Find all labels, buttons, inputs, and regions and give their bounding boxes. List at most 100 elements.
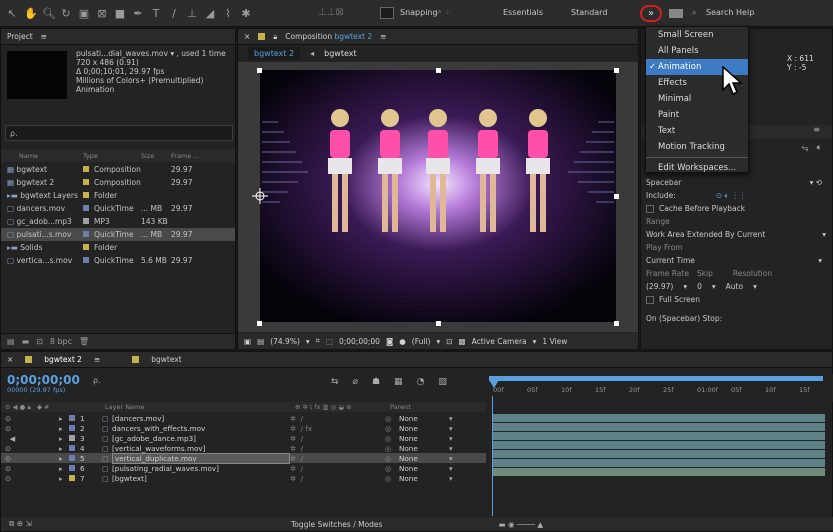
pan-behind-tool-icon[interactable]: ⊠ [96, 7, 108, 20]
timeline-search-icon[interactable]: ρ. [93, 376, 101, 385]
comp-mini-flowchart-icon[interactable]: ⇆ [331, 377, 339, 387]
resolution-dropdown[interactable]: Auto [726, 282, 743, 291]
col-name[interactable]: Name [1, 152, 83, 160]
timeline-timecode[interactable]: 0;00;00;00 [7, 373, 80, 387]
layer-switches[interactable]: ✲ / [290, 454, 385, 463]
project-list-item[interactable]: ▦ bgwtext 2 Composition 29.97 [1, 176, 235, 189]
layer-name[interactable]: dancers_with_effects.mov [112, 424, 290, 433]
trash-icon[interactable]: 🗑︎ [79, 337, 89, 346]
motion-blur-icon[interactable]: ◔ [417, 377, 425, 387]
workspace-overflow-button[interactable]: » [640, 5, 662, 22]
layer-duration-bar[interactable] [493, 441, 825, 449]
layer-duration-bar[interactable] [493, 468, 825, 476]
time-ruler[interactable]: 00f 05f 10f 15f 20f 25f 01:00f 05f 10f 15f [487, 374, 833, 402]
frame-blending-icon[interactable]: ▦ [394, 377, 403, 387]
shortcut-dropdown[interactable]: Spacebar ▾ ⟲ [641, 176, 832, 189]
menu-item-edit-workspaces[interactable]: Edit Workspaces... [646, 160, 748, 176]
col-type[interactable]: Type [83, 152, 141, 160]
sync-settings-icon[interactable] [669, 9, 683, 18]
region-icon[interactable]: ▤ [257, 337, 264, 346]
range-dropdown[interactable]: Work Area Extended By Current ▾ [641, 228, 832, 241]
zoom-tool-icon[interactable]: 🔍︎ [42, 7, 56, 20]
project-list-item[interactable]: ▸▬ Solids Folder [1, 241, 235, 254]
layer-switches[interactable]: ✲ / [290, 464, 385, 473]
expand-arrow-icon[interactable]: ▸ [59, 424, 69, 433]
layer-name[interactable]: vertical_duplicate.mov [112, 452, 290, 464]
zoom-dropdown[interactable]: (74.9%) [270, 337, 300, 346]
menu-item-text[interactable]: Text [646, 123, 748, 139]
expand-arrow-icon[interactable]: ▸ [59, 464, 69, 473]
chevron-down-icon[interactable]: ▾ [449, 414, 453, 423]
always-preview-icon[interactable]: ▣ [244, 337, 251, 346]
comp-tab[interactable]: bgwtext [324, 49, 357, 58]
close-icon[interactable]: × [7, 355, 13, 364]
frame-rate-dropdown[interactable]: (29.97) [646, 282, 673, 291]
work-area-bar[interactable] [489, 376, 823, 381]
clone-stamp-tool-icon[interactable]: ⊥ [186, 7, 198, 20]
parent-dropdown[interactable]: None [399, 464, 449, 473]
toggle-switches-modes-button[interactable]: Toggle Switches / Modes [291, 520, 382, 529]
col-size[interactable]: Size [141, 152, 171, 160]
visibility-icon[interactable]: ⊙ [1, 414, 59, 423]
zoom-slider[interactable]: ▬ ◉ ──── ▲ [498, 520, 543, 529]
panel-menu-icon[interactable]: ≡ [41, 32, 47, 41]
pickwhip-icon[interactable]: ◎ [385, 434, 399, 443]
parent-dropdown[interactable]: None [399, 434, 449, 443]
project-list-item[interactable]: ▦ bgwtext Composition 29.97 [1, 163, 235, 176]
chevron-down-icon[interactable]: ▾ [449, 464, 453, 473]
project-list-item[interactable]: ▢ vertica...s.mov QuickTime 5.6 MB 29.97 [1, 254, 235, 267]
snapping-checkbox[interactable] [380, 7, 394, 19]
eraser-tool-icon[interactable]: ◢ [204, 7, 216, 20]
layer-switches[interactable]: ✲ / [290, 414, 385, 423]
expand-arrow-icon[interactable]: ▸ [59, 414, 69, 423]
layer-switches[interactable]: ✲ / fx [290, 424, 385, 433]
visibility-icon[interactable]: ⊙ [1, 444, 59, 453]
chevron-down-icon[interactable]: ▾ [449, 444, 453, 453]
snapping-options-icon[interactable]: ↗ ⁘ [435, 8, 451, 17]
project-list-item[interactable]: ▢ pulsati...s.mov QuickTime ... MB 29.97 [1, 228, 235, 241]
expand-arrow-icon[interactable]: ▸ [59, 454, 69, 463]
rectangle-tool-icon[interactable]: ■ [114, 7, 126, 20]
grid-icon[interactable]: ⌗ [316, 336, 320, 346]
bit-depth-button[interactable]: 8 bpc [50, 337, 72, 346]
snapshot-icon[interactable]: ◙ [386, 337, 393, 346]
mask-visibility-icon[interactable]: ⬚ [326, 337, 333, 346]
parent-dropdown[interactable]: None [399, 414, 449, 423]
hand-tool-icon[interactable]: ✋ [24, 7, 38, 20]
full-screen-checkbox[interactable] [646, 295, 654, 304]
layer-duration-bar[interactable] [493, 459, 825, 467]
layer-name-column[interactable]: Layer Name [105, 403, 295, 411]
layer-row[interactable]: ⊙ ▸ 5 ▢ vertical_duplicate.mov ✲ / ◎ Non… [1, 452, 486, 464]
comp-tab-active[interactable]: bgwtext 2 [248, 47, 301, 60]
visibility-icon[interactable]: ⊙ [1, 464, 59, 473]
lock-icon[interactable]: 🔒︎ [273, 32, 277, 42]
pickwhip-icon[interactable]: ◎ [385, 454, 399, 463]
loop-icon[interactable]: ⥃ [801, 143, 808, 155]
layer-row[interactable]: ◀ ▸ 3 ▢ [gc_adobe_dance.mp3] ✲ / ◎ None … [1, 433, 486, 443]
close-icon[interactable]: × [244, 32, 250, 41]
workspace-standard[interactable]: Standard [571, 8, 607, 17]
parent-dropdown[interactable]: None [399, 474, 449, 483]
layer-name[interactable]: [vertical_waveforms.mov] [112, 444, 290, 453]
layer-duration-bar[interactable] [493, 450, 825, 458]
view-layout-dropdown[interactable]: 1 View [542, 337, 567, 346]
pickwhip-icon[interactable]: ◎ [385, 444, 399, 453]
play-from-dropdown[interactable]: Current Time ▾ [641, 254, 832, 267]
graph-editor-icon[interactable]: ▧ [438, 377, 447, 387]
project-list-item[interactable]: ▢ dancers.mov QuickTime ... MB 29.97 [1, 202, 235, 215]
layer-name[interactable]: [gc_adobe_dance.mp3] [112, 434, 290, 443]
expand-arrow-icon[interactable]: ▸ [59, 434, 69, 443]
project-search-input[interactable]: ρ. [5, 125, 233, 141]
pickwhip-icon[interactable]: ◎ [385, 474, 399, 483]
cache-checkbox[interactable] [646, 204, 654, 213]
parent-column[interactable]: Parent [390, 403, 411, 411]
resolution-dropdown[interactable]: (Full) [412, 337, 431, 346]
layer-duration-bar[interactable] [493, 432, 825, 440]
camera-tool-icon[interactable]: ▣ [78, 7, 90, 20]
expand-arrow-icon[interactable]: ▸ [59, 474, 69, 483]
chevron-down-icon[interactable]: ▾ [449, 424, 453, 433]
timeline-tab-active[interactable]: bgwtext 2 [44, 355, 82, 364]
search-help-field[interactable]: Search Help [706, 8, 754, 17]
panel-menu-icon[interactable]: ≡ [380, 32, 386, 41]
parent-dropdown[interactable]: None [399, 424, 449, 433]
